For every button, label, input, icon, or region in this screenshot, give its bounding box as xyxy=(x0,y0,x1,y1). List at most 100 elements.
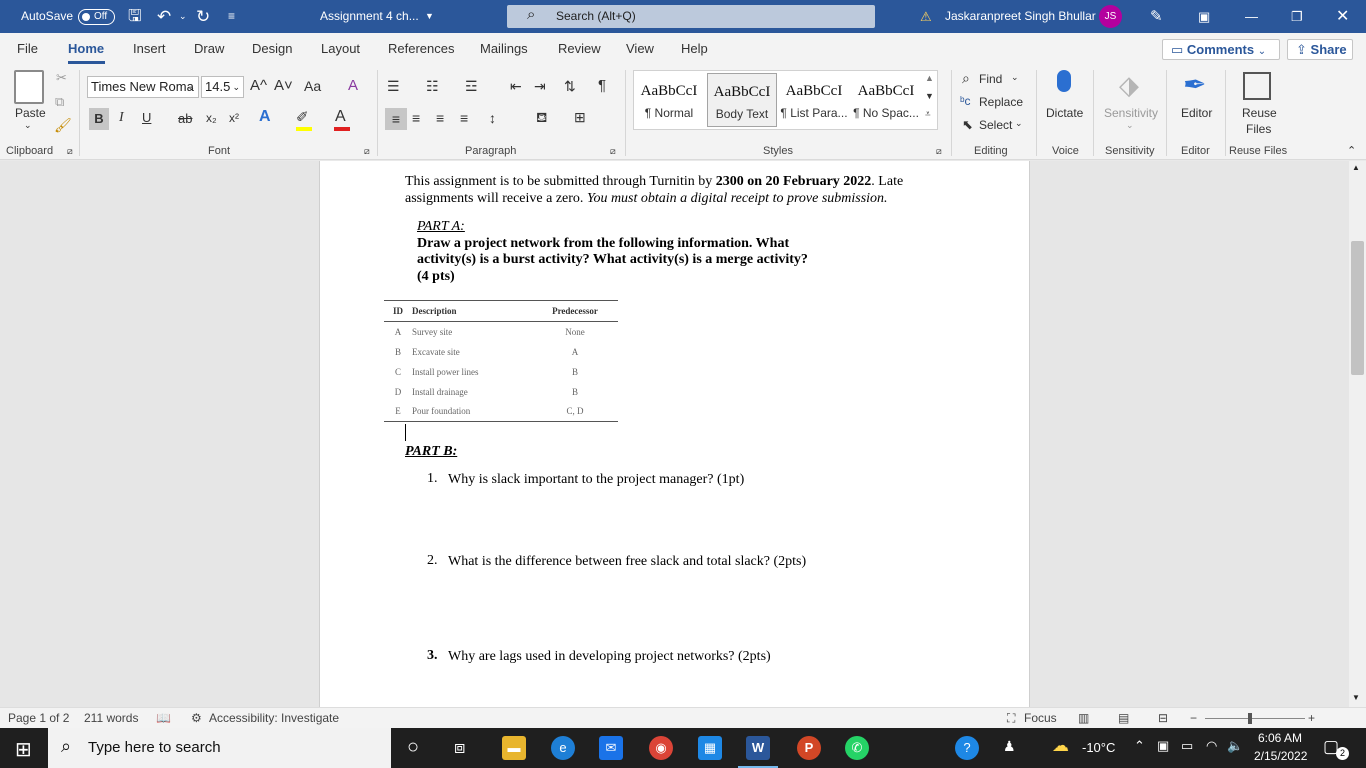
chevron-up-icon[interactable]: ⌃ xyxy=(1134,738,1145,754)
tab-insert[interactable]: Insert xyxy=(133,41,166,56)
chevron-down-icon[interactable]: ⌄ xyxy=(1015,118,1023,129)
font-size-select[interactable]: 14.5 ⌄ xyxy=(201,76,244,98)
italic-button[interactable]: I xyxy=(119,110,124,126)
sensitivity-button[interactable]: Sensitivity xyxy=(1104,106,1158,120)
bold-button[interactable]: B xyxy=(89,108,109,130)
reuse-files-button-line2[interactable]: Files xyxy=(1246,122,1271,136)
style-normal[interactable]: AaBbCcI ¶ Normal xyxy=(634,73,704,127)
zoom-slider-thumb[interactable] xyxy=(1248,713,1252,724)
share-button[interactable]: ⇪ Share xyxy=(1287,39,1353,60)
shrink-font-icon[interactable]: A˅ xyxy=(274,77,293,94)
zoom-in-icon[interactable]: + xyxy=(1308,711,1315,725)
web-layout-icon[interactable]: ⊟ xyxy=(1158,711,1168,725)
highlight-icon[interactable]: ✐ xyxy=(296,108,309,126)
align-right-icon[interactable]: ≡ xyxy=(436,110,444,126)
task-view-icon[interactable]: ⧈ xyxy=(454,737,465,758)
tab-design[interactable]: Design xyxy=(252,41,292,56)
format-painter-icon[interactable]: 🖌 xyxy=(54,117,72,134)
undo-icon[interactable]: ↶ xyxy=(157,0,171,33)
comments-button[interactable]: ▭ Comments ⌄ xyxy=(1162,39,1280,60)
numbering-icon[interactable]: ☷ xyxy=(426,78,439,95)
multilevel-list-icon[interactable]: ☲ xyxy=(465,78,478,95)
warning-icon[interactable]: ⚠ xyxy=(920,0,932,33)
whatsapp-icon[interactable]: ✆ xyxy=(845,736,869,760)
weather-icon[interactable]: ☁ xyxy=(1052,736,1069,756)
document-title[interactable]: Assignment 4 ch... xyxy=(320,0,419,33)
strikethrough-button[interactable]: ab xyxy=(178,111,192,126)
windows-start-icon[interactable]: ⊞ xyxy=(15,737,32,762)
help-icon[interactable]: ? xyxy=(955,736,979,760)
ribbon-display-icon[interactable]: ▣ xyxy=(1198,0,1210,33)
tab-home[interactable]: Home xyxy=(68,41,104,56)
tray-app-icon[interactable]: ▣ xyxy=(1157,738,1169,754)
dialog-launcher-icon[interactable]: ⧄ xyxy=(67,146,73,157)
align-center-icon[interactable]: ≡ xyxy=(412,110,420,126)
word-icon[interactable]: W xyxy=(746,736,770,760)
focus-button[interactable]: Focus xyxy=(1024,711,1057,725)
tab-layout[interactable]: Layout xyxy=(321,41,360,56)
scroll-down-icon[interactable]: ▼ xyxy=(925,91,934,101)
dialog-launcher-icon[interactable]: ⧄ xyxy=(610,146,616,157)
replace-button[interactable]: Replace xyxy=(979,95,1023,109)
paste-button[interactable]: Paste xyxy=(15,106,46,120)
mail-icon[interactable]: ✉ xyxy=(599,736,623,760)
borders-icon[interactable]: ⊞ xyxy=(574,109,586,126)
edge-icon[interactable]: e xyxy=(551,736,575,760)
file-explorer-icon[interactable]: ▬ xyxy=(502,736,526,760)
grow-font-icon[interactable]: A^ xyxy=(250,77,267,94)
reuse-files-button-line1[interactable]: Reuse xyxy=(1242,106,1277,120)
show-formatting-icon[interactable]: ¶ xyxy=(598,77,606,94)
text-effects-icon[interactable]: A xyxy=(259,108,271,126)
word-count[interactable]: 211 words xyxy=(84,711,138,725)
line-spacing-icon[interactable]: ↕ xyxy=(489,110,496,126)
find-button[interactable]: Find xyxy=(979,72,1002,86)
tab-file[interactable]: File xyxy=(17,41,38,56)
chevron-down-icon[interactable]: ⌄ xyxy=(1126,120,1134,131)
battery-icon[interactable]: ▭ xyxy=(1181,738,1193,754)
align-left-icon[interactable]: ≡ xyxy=(385,108,407,130)
style-no-spacing[interactable]: AaBbCcI ¶ No Spac... xyxy=(851,73,921,127)
editor-button[interactable]: Editor xyxy=(1181,106,1212,120)
dictate-button[interactable]: Dictate xyxy=(1046,106,1083,120)
scroll-up-icon[interactable]: ▲ xyxy=(1352,163,1360,172)
accessibility-status[interactable]: Accessibility: Investigate xyxy=(209,711,339,725)
search-input[interactable]: ⌕ Search (Alt+Q) xyxy=(507,5,875,28)
more-styles-icon[interactable]: ⩡ xyxy=(925,109,931,120)
sort-icon[interactable]: ⇅ xyxy=(564,78,576,95)
bullets-icon[interactable]: ☰ xyxy=(387,78,400,95)
zoom-out-icon[interactable]: − xyxy=(1190,711,1197,725)
page-count[interactable]: Page 1 of 2 xyxy=(8,711,69,725)
customize-toolbar-icon[interactable]: ≡ xyxy=(228,0,235,33)
scroll-up-icon[interactable]: ▲ xyxy=(925,73,934,83)
chrome-icon[interactable]: ◉ xyxy=(649,736,673,760)
justify-icon[interactable]: ≡ xyxy=(460,110,468,126)
taskbar-search-input[interactable]: ⌕ Type here to search xyxy=(48,728,391,768)
tab-help[interactable]: Help xyxy=(681,41,708,56)
scrollbar-thumb[interactable] xyxy=(1351,241,1364,375)
people-icon[interactable]: ♟ xyxy=(1003,738,1016,755)
volume-icon[interactable]: 🔈 xyxy=(1227,738,1243,754)
font-family-select[interactable]: Times New Roma ⌄ xyxy=(87,76,199,98)
vertical-scrollbar[interactable]: ▲ ▼ xyxy=(1349,161,1366,707)
clock-time[interactable]: 6:06 AM xyxy=(1258,731,1302,745)
copy-icon[interactable]: ⧉ xyxy=(55,94,64,110)
increase-indent-icon[interactable]: ⇥ xyxy=(534,78,546,95)
style-list-paragraph[interactable]: AaBbCcI ¶ List Para... xyxy=(779,73,849,127)
undo-dropdown-icon[interactable]: ⌄ xyxy=(179,0,187,33)
print-layout-icon[interactable]: ▤ xyxy=(1118,711,1129,725)
superscript-button[interactable]: x² xyxy=(229,111,239,125)
scroll-down-icon[interactable]: ▼ xyxy=(1352,693,1360,702)
cut-icon[interactable]: ✂ xyxy=(56,70,67,86)
proofing-icon[interactable]: 📖 xyxy=(156,711,171,725)
user-name[interactable]: Jaskaranpreet Singh Bhullar xyxy=(945,0,1096,33)
avatar[interactable]: JS xyxy=(1099,5,1122,28)
subscript-button[interactable]: x₂ xyxy=(206,111,217,125)
tab-draw[interactable]: Draw xyxy=(194,41,224,56)
chevron-down-icon[interactable]: ⌄ xyxy=(24,120,32,131)
underline-button[interactable]: U xyxy=(142,110,151,125)
temperature[interactable]: -10°C xyxy=(1082,740,1115,755)
zoom-slider[interactable] xyxy=(1205,718,1305,719)
style-body-text[interactable]: AaBbCcI Body Text xyxy=(707,73,777,127)
tab-references[interactable]: References xyxy=(388,41,454,56)
microphone-icon[interactable] xyxy=(1057,70,1071,92)
